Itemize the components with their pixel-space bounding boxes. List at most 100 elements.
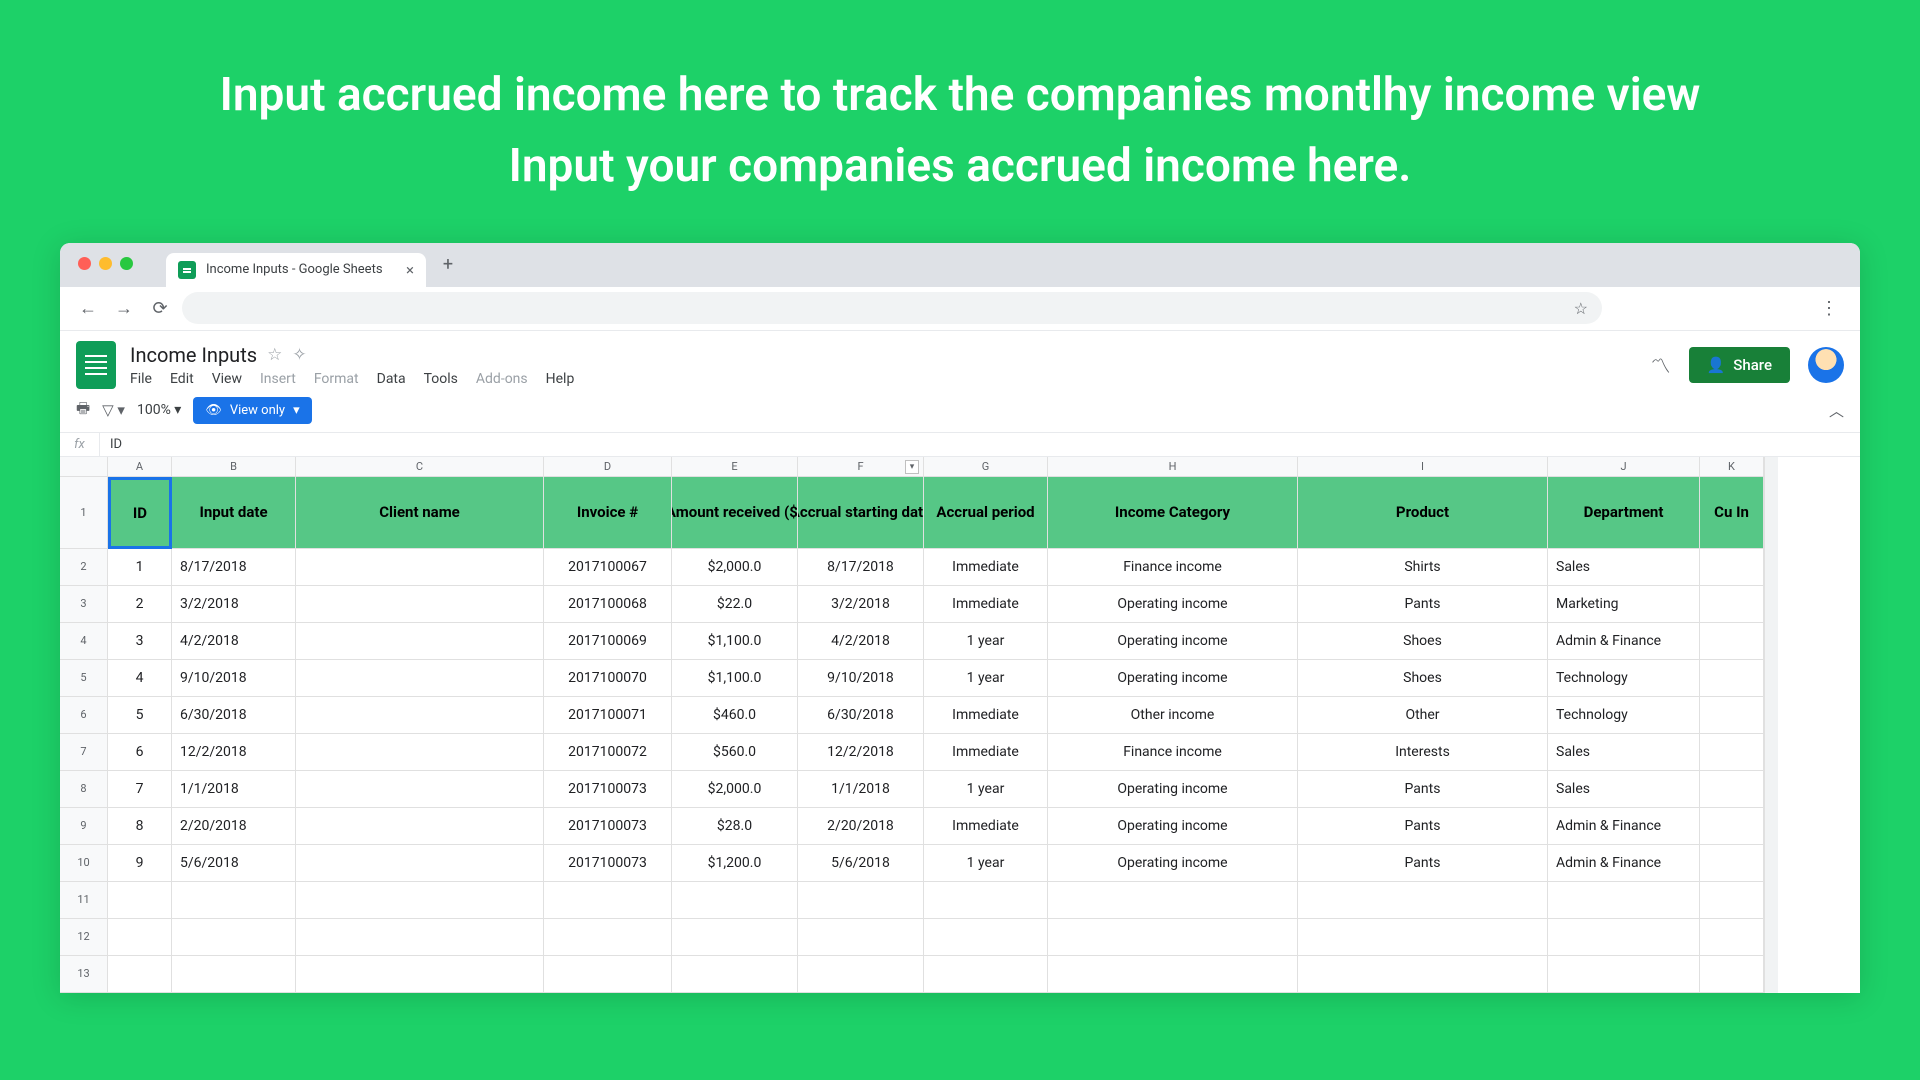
menu-edit[interactable]: Edit bbox=[170, 371, 194, 387]
data-cell[interactable]: 1 year bbox=[924, 771, 1048, 808]
column-header-B[interactable]: B bbox=[172, 457, 296, 477]
header-cell[interactable]: Accrual period bbox=[924, 477, 1048, 549]
view-only-badge[interactable]: 👁 View only ▾ bbox=[193, 397, 311, 424]
data-cell[interactable]: 8 bbox=[108, 808, 172, 845]
data-cell[interactable] bbox=[1548, 956, 1700, 993]
data-cell[interactable]: Admin & Finance bbox=[1548, 845, 1700, 882]
data-cell[interactable]: Pants bbox=[1298, 845, 1548, 882]
account-avatar[interactable] bbox=[1808, 347, 1844, 383]
data-cell[interactable]: Sales bbox=[1548, 734, 1700, 771]
data-cell[interactable]: $560.0 bbox=[672, 734, 798, 771]
column-header-A[interactable]: A bbox=[108, 457, 172, 477]
data-cell[interactable]: Operating income bbox=[1048, 623, 1298, 660]
data-cell[interactable]: 6/30/2018 bbox=[798, 697, 924, 734]
header-cell[interactable]: Cu In bbox=[1700, 477, 1764, 549]
data-cell[interactable]: 2017100068 bbox=[544, 586, 672, 623]
tab-close-icon[interactable]: × bbox=[406, 261, 414, 279]
data-cell[interactable]: 1 year bbox=[924, 660, 1048, 697]
data-cell[interactable] bbox=[1548, 882, 1700, 919]
data-cell[interactable]: Operating income bbox=[1048, 660, 1298, 697]
menu-insert[interactable]: Insert bbox=[260, 371, 296, 387]
data-cell[interactable]: $1,100.0 bbox=[672, 623, 798, 660]
data-cell[interactable] bbox=[924, 882, 1048, 919]
data-cell[interactable] bbox=[672, 956, 798, 993]
data-cell[interactable]: Immediate bbox=[924, 586, 1048, 623]
data-cell[interactable] bbox=[1048, 919, 1298, 956]
data-cell[interactable] bbox=[1700, 549, 1764, 586]
data-cell[interactable]: $2,000.0 bbox=[672, 771, 798, 808]
data-cell[interactable]: 3/2/2018 bbox=[798, 586, 924, 623]
data-cell[interactable]: Shoes bbox=[1298, 623, 1548, 660]
data-cell[interactable]: Shirts bbox=[1298, 549, 1548, 586]
data-cell[interactable]: 5/6/2018 bbox=[172, 845, 296, 882]
data-cell[interactable] bbox=[544, 882, 672, 919]
data-cell[interactable]: $1,100.0 bbox=[672, 660, 798, 697]
data-cell[interactable]: 3 bbox=[108, 623, 172, 660]
data-cell[interactable] bbox=[1700, 734, 1764, 771]
header-cell[interactable]: Amount received ($) bbox=[672, 477, 798, 549]
data-cell[interactable]: Pants bbox=[1298, 808, 1548, 845]
data-cell[interactable] bbox=[108, 956, 172, 993]
data-cell[interactable] bbox=[1700, 845, 1764, 882]
data-cell[interactable] bbox=[1700, 697, 1764, 734]
data-cell[interactable]: Technology bbox=[1548, 697, 1700, 734]
data-cell[interactable] bbox=[108, 882, 172, 919]
data-cell[interactable]: 9/10/2018 bbox=[172, 660, 296, 697]
data-cell[interactable]: Technology bbox=[1548, 660, 1700, 697]
menu-data[interactable]: Data bbox=[377, 371, 406, 387]
data-cell[interactable]: Other bbox=[1298, 697, 1548, 734]
data-cell[interactable]: 2017100073 bbox=[544, 808, 672, 845]
bookmark-star-icon[interactable]: ☆ bbox=[1574, 299, 1588, 318]
data-cell[interactable]: Operating income bbox=[1048, 845, 1298, 882]
data-cell[interactable] bbox=[296, 771, 544, 808]
data-cell[interactable]: Pants bbox=[1298, 586, 1548, 623]
data-cell[interactable]: Immediate bbox=[924, 808, 1048, 845]
data-cell[interactable] bbox=[172, 956, 296, 993]
data-cell[interactable]: 12/2/2018 bbox=[172, 734, 296, 771]
data-cell[interactable]: 2017100070 bbox=[544, 660, 672, 697]
column-header-C[interactable]: C bbox=[296, 457, 544, 477]
vertical-scrollbar[interactable] bbox=[1764, 457, 1778, 477]
data-cell[interactable]: 2 bbox=[108, 586, 172, 623]
row-header[interactable]: 9 bbox=[60, 808, 108, 845]
data-cell[interactable]: Operating income bbox=[1048, 808, 1298, 845]
column-header-J[interactable]: J bbox=[1548, 457, 1700, 477]
data-cell[interactable] bbox=[296, 845, 544, 882]
data-cell[interactable] bbox=[672, 882, 798, 919]
address-bar[interactable]: ☆ bbox=[182, 292, 1602, 324]
column-header-E[interactable]: E bbox=[672, 457, 798, 477]
header-cell[interactable]: Income Category bbox=[1048, 477, 1298, 549]
vertical-scrollbar[interactable] bbox=[1764, 477, 1778, 993]
data-cell[interactable]: 9/10/2018 bbox=[798, 660, 924, 697]
data-cell[interactable] bbox=[1700, 660, 1764, 697]
data-cell[interactable]: 1 year bbox=[924, 623, 1048, 660]
data-cell[interactable]: 6/30/2018 bbox=[172, 697, 296, 734]
share-button[interactable]: 👤 Share bbox=[1689, 347, 1790, 383]
data-cell[interactable] bbox=[296, 808, 544, 845]
data-cell[interactable]: Finance income bbox=[1048, 734, 1298, 771]
row-header[interactable]: 13 bbox=[60, 956, 108, 993]
data-cell[interactable] bbox=[1700, 771, 1764, 808]
data-cell[interactable] bbox=[296, 956, 544, 993]
data-cell[interactable]: $1,200.0 bbox=[672, 845, 798, 882]
row-header[interactable]: 5 bbox=[60, 660, 108, 697]
row-header[interactable]: 4 bbox=[60, 623, 108, 660]
data-cell[interactable]: 1/1/2018 bbox=[172, 771, 296, 808]
data-cell[interactable]: 3/2/2018 bbox=[172, 586, 296, 623]
data-cell[interactable] bbox=[172, 919, 296, 956]
data-cell[interactable] bbox=[798, 956, 924, 993]
data-cell[interactable]: 1 year bbox=[924, 845, 1048, 882]
select-all-corner[interactable] bbox=[60, 457, 108, 477]
data-cell[interactable]: Immediate bbox=[924, 734, 1048, 771]
row-header[interactable]: 3 bbox=[60, 586, 108, 623]
menu-file[interactable]: File bbox=[130, 371, 152, 387]
data-cell[interactable]: Immediate bbox=[924, 549, 1048, 586]
minimize-window-icon[interactable] bbox=[99, 257, 112, 270]
data-cell[interactable] bbox=[1700, 956, 1764, 993]
header-cell[interactable]: Client name bbox=[296, 477, 544, 549]
maximize-window-icon[interactable] bbox=[120, 257, 133, 270]
data-cell[interactable]: 1/1/2018 bbox=[798, 771, 924, 808]
data-cell[interactable] bbox=[1298, 956, 1548, 993]
data-cell[interactable] bbox=[798, 882, 924, 919]
data-cell[interactable]: 2/20/2018 bbox=[172, 808, 296, 845]
